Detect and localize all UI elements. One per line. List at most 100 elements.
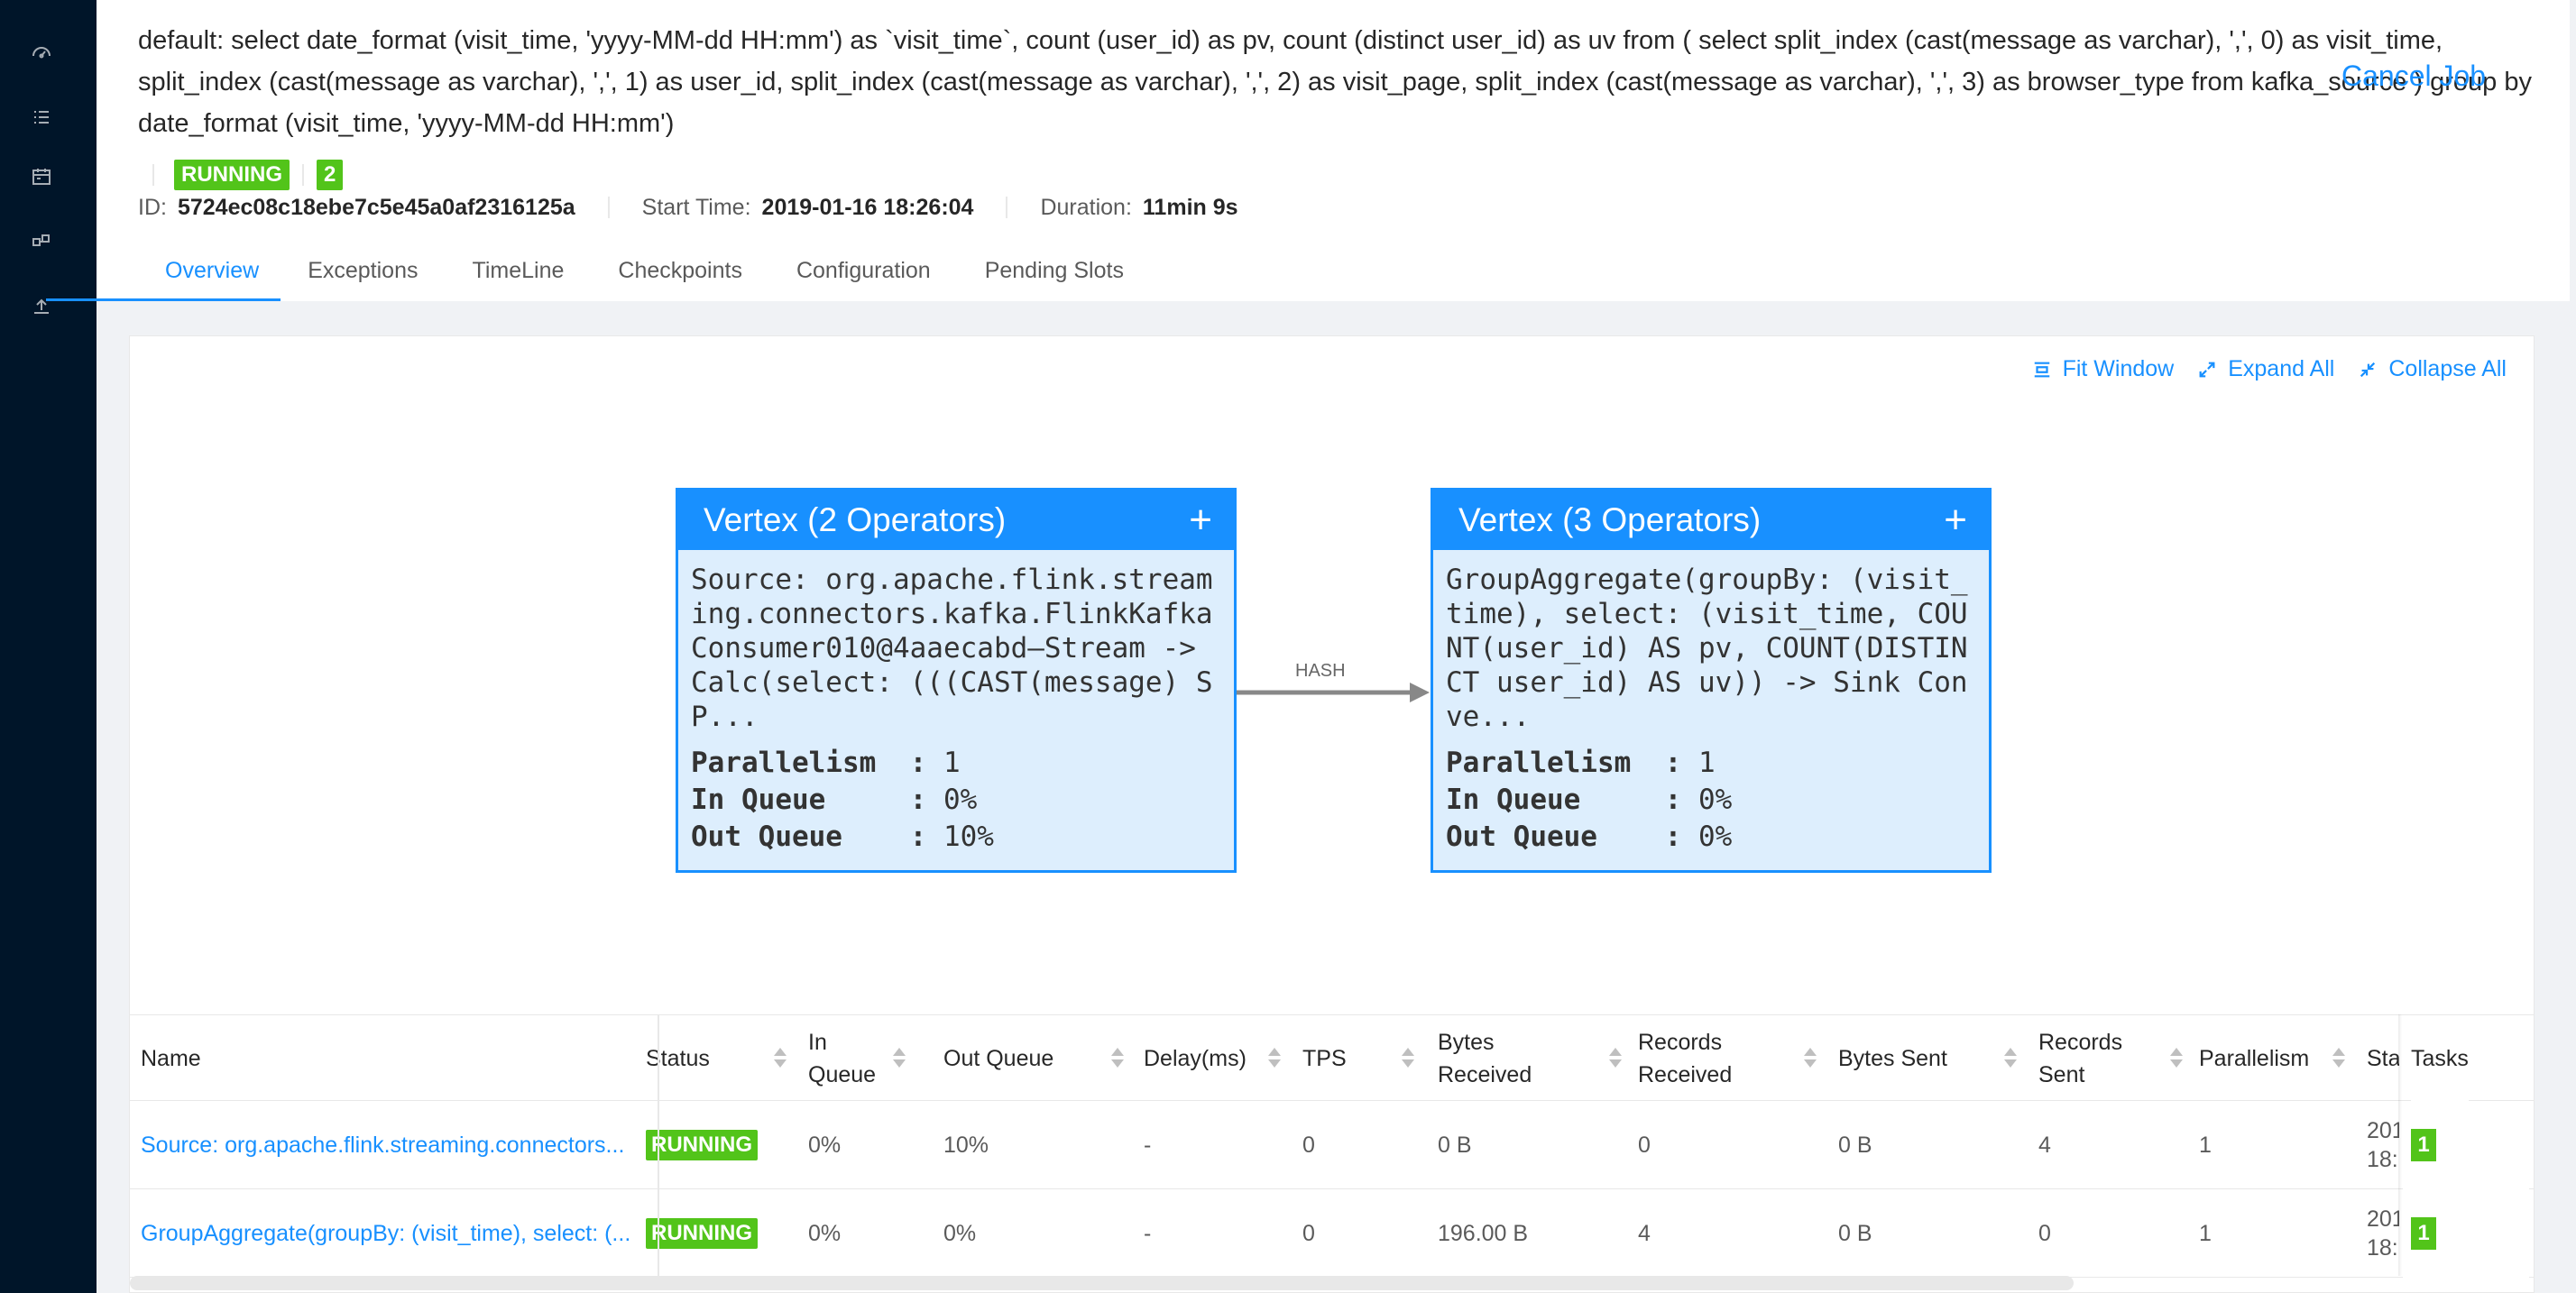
fit-window-label: Fit Window: [2062, 356, 2175, 381]
collapse-all-label: Collapse All: [2388, 356, 2507, 381]
sort-icon[interactable]: [774, 1048, 787, 1069]
sort-icon[interactable]: [1402, 1048, 1414, 1069]
vertex-title: Vertex (3 Operators): [1458, 501, 1762, 538]
fit-window-button[interactable]: Fit Window: [2032, 356, 2175, 382]
sort-icon[interactable]: [893, 1048, 906, 1069]
vertex-description: Source: org.apache.flink.streaming.conne…: [691, 564, 1213, 733]
out-queue-value: 0%: [1697, 821, 1733, 853]
sort-icon[interactable]: [1609, 1048, 1622, 1069]
records-sent-cell: 0: [2038, 1220, 2051, 1246]
duration: 11min 9s: [1142, 194, 1238, 220]
table-row[interactable]: GroupAggregate(groupBy: (visit_time), se…: [130, 1189, 2534, 1278]
vertex-stats: Parallelism : 1 In Queue : 0% Out Queue …: [691, 745, 1221, 856]
delay-cell: -: [1144, 1132, 1152, 1158]
col-parallelism[interactable]: Parallelism: [2199, 1015, 2345, 1102]
col-bytes-received[interactable]: Bytes Received: [1438, 1015, 1622, 1102]
start-time-part: 18:: [2367, 1235, 2398, 1261]
out-queue-label: Out Queue :: [1446, 821, 1682, 853]
expand-all-button[interactable]: Expand All: [2197, 356, 2334, 382]
sort-icon[interactable]: [2332, 1048, 2345, 1069]
col-in-queue[interactable]: In Queue: [808, 1015, 906, 1102]
status-badge: RUNNING: [646, 1218, 758, 1249]
vertex-name-link[interactable]: GroupAggregate(groupBy: (visit_time), se…: [141, 1189, 630, 1278]
sort-icon[interactable]: [1111, 1048, 1124, 1069]
tab-pending-slots[interactable]: Pending Slots: [958, 249, 1151, 301]
tab-configuration[interactable]: Configuration: [769, 249, 958, 301]
sort-icon[interactable]: [1268, 1048, 1281, 1069]
graph-edge: [1233, 683, 1430, 702]
col-tasks[interactable]: Tasks: [2411, 1015, 2469, 1102]
col-start-time[interactable]: Sta: [2367, 1015, 2399, 1102]
status-row: RUNNING 2: [152, 159, 344, 191]
col-in-queue-label: In: [808, 1030, 827, 1055]
col-records-sent[interactable]: Records Sent: [2038, 1015, 2183, 1102]
parallelism-value: 1: [1697, 747, 1716, 779]
parallelism-value: 1: [943, 747, 961, 779]
out-queue-cell: 10%: [943, 1132, 989, 1158]
vertex-body: Source: org.apache.flink.streaming.conne…: [678, 550, 1234, 870]
divider: [152, 164, 154, 186]
vertex-header: Vertex (2 Operators) +: [678, 491, 1234, 550]
expand-vertex-icon[interactable]: +: [1944, 491, 1967, 550]
fit-window-icon: [2034, 362, 2049, 377]
in-queue-cell: 0%: [808, 1132, 842, 1158]
task-badge: 1: [2411, 1217, 2436, 1250]
graph-actions: Fit Window Expand All Collapse All: [2032, 356, 2507, 382]
col-parallelism-label: Parallelism: [2199, 1046, 2310, 1071]
duration-label: Duration:: [1040, 194, 1132, 220]
expand-vertex-icon[interactable]: +: [1189, 491, 1212, 550]
vertex-title: Vertex (2 Operators): [704, 501, 1007, 538]
dashboard-icon[interactable]: [31, 41, 52, 63]
job-meta: ID: 5724ec08c18ebe7c5e45a0af2316125a Sta…: [138, 191, 1238, 224]
tps-cell: 0: [1302, 1220, 1315, 1246]
fixed-column-shadow: [2398, 1014, 2402, 1276]
records-sent-cell: 4: [2038, 1132, 2051, 1158]
tps-cell: 0: [1302, 1132, 1315, 1158]
divider: [607, 197, 610, 218]
task-badge: 1: [2411, 1129, 2436, 1161]
sort-icon[interactable]: [2004, 1048, 2017, 1069]
vertex-node[interactable]: Vertex (3 Operators) + GroupAggregate(gr…: [1431, 488, 1992, 873]
sort-icon[interactable]: [2170, 1048, 2183, 1069]
tab-timeline[interactable]: TimeLine: [445, 249, 591, 301]
tab-overview[interactable]: Overview: [46, 249, 281, 301]
status-badge: RUNNING: [646, 1130, 758, 1160]
tab-exceptions[interactable]: Exceptions: [281, 249, 445, 301]
start-time-part: 18:: [2367, 1147, 2398, 1172]
start-time-cell: 20118:: [2367, 1189, 2399, 1278]
col-records-sent-label-2: Sent: [2038, 1062, 2085, 1087]
col-out-queue[interactable]: Out Queue: [943, 1015, 1124, 1102]
start-time: 2019-01-16 18:26:04: [761, 194, 974, 220]
collapse-icon: [2360, 362, 2376, 377]
task-count-badge: 2: [317, 160, 344, 190]
vertex-name-link[interactable]: Source: org.apache.flink.streaming.conne…: [141, 1101, 624, 1189]
in-queue-label: In Queue :: [691, 784, 927, 816]
vertex-node[interactable]: Vertex (2 Operators) + Source: org.apach…: [676, 488, 1237, 873]
col-tps[interactable]: TPS: [1302, 1015, 1414, 1102]
in-queue-value: 0%: [943, 784, 978, 816]
col-delay-label: Delay(ms): [1144, 1046, 1247, 1071]
col-records-received-label: Records: [1638, 1030, 1723, 1055]
calendar-icon[interactable]: [31, 166, 52, 188]
job-id: 5724ec08c18ebe7c5e45a0af2316125a: [177, 194, 575, 220]
tab-checkpoints[interactable]: Checkpoints: [591, 249, 769, 301]
column-divider: [658, 1014, 659, 1276]
col-delay[interactable]: Delay(ms): [1144, 1015, 1281, 1102]
col-records-sent-label: Records: [2038, 1030, 2123, 1055]
col-status[interactable]: Status: [646, 1015, 787, 1102]
collapse-all-button[interactable]: Collapse All: [2358, 356, 2507, 382]
col-name[interactable]: Name: [141, 1015, 201, 1102]
table-row[interactable]: Source: org.apache.flink.streaming.conne…: [130, 1101, 2534, 1189]
list-icon[interactable]: [31, 106, 52, 128]
vertex-stats: Parallelism : 1 In Queue : 0% Out Queue …: [1446, 745, 1976, 856]
col-records-received[interactable]: Records Received: [1638, 1015, 1817, 1102]
id-label: ID:: [138, 194, 167, 220]
sidebar: [0, 0, 97, 1293]
col-bytes-sent[interactable]: Bytes Sent: [1838, 1015, 2017, 1102]
horizontal-scrollbar[interactable]: [130, 1276, 2074, 1290]
sort-icon[interactable]: [1804, 1048, 1817, 1069]
bytes-sent-cell: 0 B: [1838, 1220, 1872, 1246]
bytes-sent-cell: 0 B: [1838, 1132, 1872, 1158]
cancel-job-button[interactable]: Cancel Job: [2341, 60, 2486, 93]
vertex-description: GroupAggregate(groupBy: (visit_time), se…: [1446, 564, 1968, 733]
